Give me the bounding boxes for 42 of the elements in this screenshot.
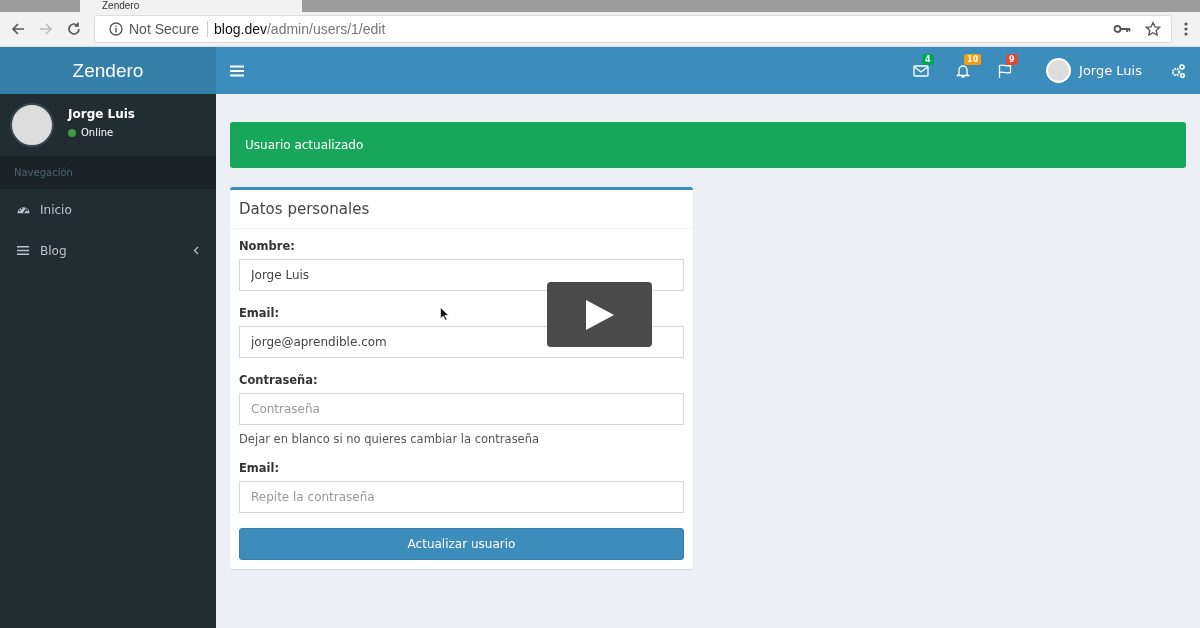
- browser-tab[interactable]: Zendero: [80, 0, 302, 12]
- key-icon[interactable]: [1113, 23, 1131, 35]
- field-label: Email:: [239, 306, 280, 320]
- status-text: Online: [81, 127, 114, 138]
- section-header: Navegación: [0, 156, 216, 189]
- field-label: Contraseña:: [239, 373, 318, 387]
- user-name[interactable]: Jorge Luis: [1079, 63, 1142, 78]
- app-logo[interactable]: Zendero: [0, 47, 216, 94]
- sidebar-menu-item[interactable]: Inicio: [0, 189, 216, 230]
- flag-icon[interactable]: [997, 62, 1014, 79]
- mouse-cursor-icon: [440, 307, 449, 321]
- more-menu-icon[interactable]: [1184, 22, 1188, 36]
- back-icon[interactable]: [10, 21, 26, 37]
- list-icon: [16, 243, 31, 258]
- input-field[interactable]: Jorge Luis: [239, 259, 684, 291]
- user-name: Jorge Luis: [68, 107, 135, 121]
- field-label: Email:: [239, 461, 280, 475]
- bell-icon[interactable]: [955, 62, 972, 79]
- avatar: [10, 103, 54, 147]
- play-button[interactable]: [547, 282, 652, 347]
- address-bar[interactable]: Not Secure blog.dev/admin/users/1/edit: [94, 15, 1172, 43]
- info-icon: [109, 22, 123, 36]
- count-badge: 9: [1006, 53, 1018, 65]
- menu-icon[interactable]: [230, 64, 244, 77]
- field-label: Nombre:: [239, 239, 295, 253]
- settings-icon[interactable]: [1170, 62, 1186, 79]
- submit-button[interactable]: Actualizar usuario: [239, 528, 684, 560]
- card-title: Datos personales: [230, 190, 693, 229]
- reload-icon[interactable]: [66, 21, 82, 37]
- input-field[interactable]: Contraseña: [239, 393, 684, 425]
- envelope-icon[interactable]: [913, 62, 930, 79]
- input-field[interactable]: Repite la contraseña: [239, 481, 684, 513]
- url-text: blog.dev/admin/users/1/edit: [214, 21, 386, 37]
- help-text: Dejar en blanco si no quieres cambiar la contraseña: [239, 432, 541, 446]
- count-badge: 10: [964, 53, 982, 65]
- play-icon: [585, 299, 614, 330]
- sidebar-menu-item[interactable]: Blog: [0, 230, 216, 271]
- security-label: Not Secure: [129, 21, 209, 37]
- count-badge: 4: [922, 53, 934, 65]
- star-icon[interactable]: [1145, 21, 1161, 37]
- success-alert: Usuario actualizado: [230, 122, 1186, 168]
- avatar[interactable]: [1046, 58, 1072, 83]
